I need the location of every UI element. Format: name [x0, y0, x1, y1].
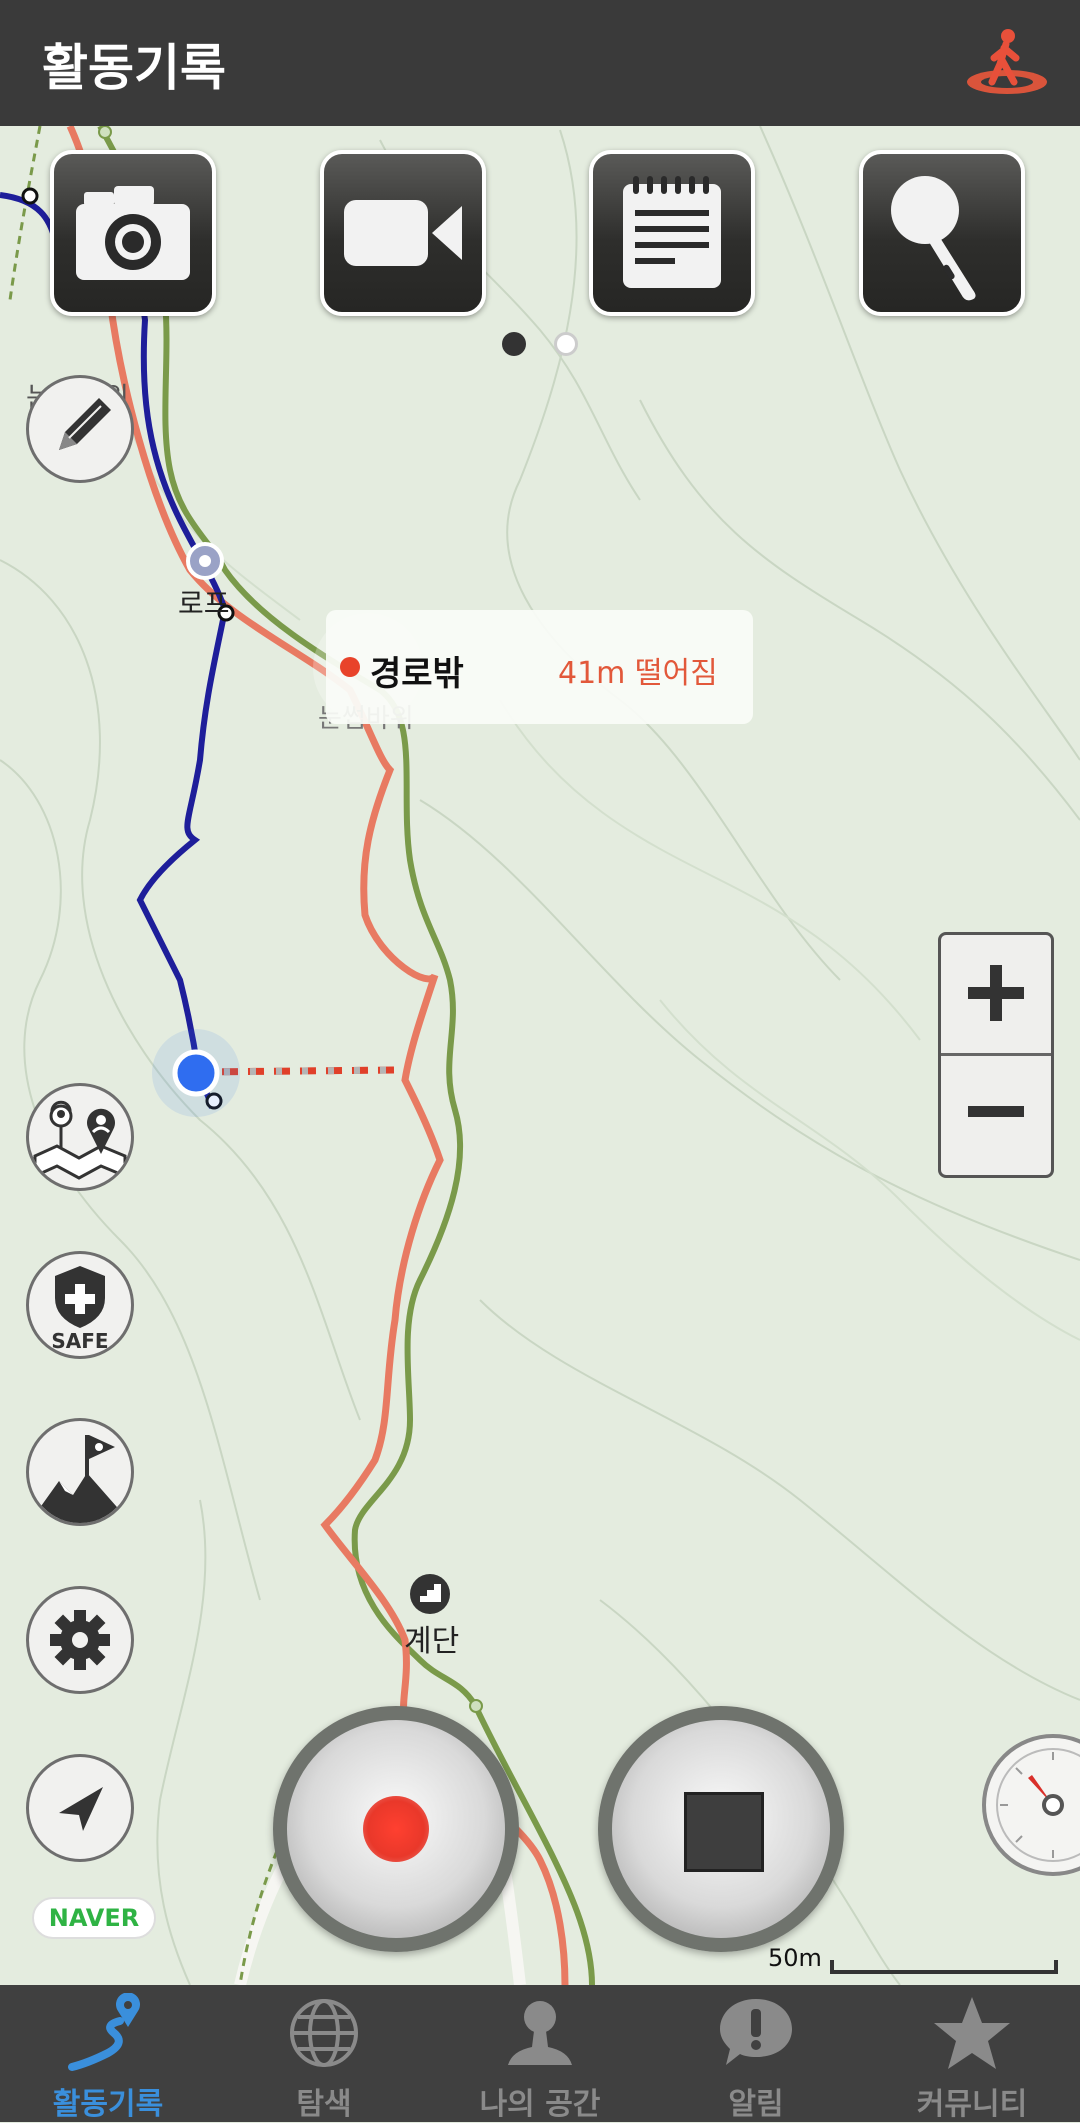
zoom-control	[938, 932, 1054, 1178]
safe-button[interactable]: SAFE	[26, 1251, 134, 1359]
pager-dot-1[interactable]	[502, 332, 526, 356]
navigate-button[interactable]	[26, 1754, 134, 1862]
memo-button[interactable]	[589, 150, 755, 316]
nav-item-my-space[interactable]: 나의 공간	[432, 1985, 648, 2122]
globe-icon	[290, 1999, 358, 2067]
pencil-icon	[59, 398, 111, 450]
nav-item-alerts[interactable]: 알림	[648, 1985, 864, 2122]
safe-label: SAFE	[51, 1329, 108, 1353]
video-button[interactable]	[320, 150, 486, 316]
star-icon	[934, 1997, 1010, 2069]
off-route-status: 경로밖	[370, 654, 464, 694]
compass[interactable]	[982, 1734, 1080, 1876]
nav-item-community[interactable]: 커뮤니티	[864, 1985, 1080, 2122]
nav-label-activity-record: 활동기록	[52, 2087, 164, 2122]
camera-icon	[76, 186, 190, 280]
off-route-dot-icon	[340, 657, 360, 677]
nav-item-activity-record[interactable]: 활동기록	[0, 1985, 216, 2122]
alert-bubble-icon	[720, 1999, 792, 2065]
microphone-icon	[891, 176, 976, 301]
safe-shield-icon: SAFE	[51, 1266, 109, 1353]
stop-button[interactable]	[598, 1706, 844, 1952]
pager-dot-2[interactable]	[554, 332, 578, 356]
summit-flag-icon	[29, 1435, 131, 1523]
zoom-out-button[interactable]	[941, 1056, 1051, 1174]
nav-item-explore[interactable]: 탐색	[216, 1985, 432, 2122]
scale-line	[830, 1960, 1058, 1974]
track-pin-icon	[68, 1993, 140, 2071]
hiker-status-icon[interactable]	[962, 24, 1052, 104]
summit-button[interactable]	[26, 1418, 134, 1526]
off-route-distance: 41m 떨어짐	[558, 656, 718, 691]
map-users-button[interactable]	[26, 1083, 134, 1191]
zoom-in-button[interactable]	[941, 935, 1051, 1056]
stop-icon	[684, 1792, 764, 1872]
poi-label-stairs: 계단	[404, 1624, 460, 1659]
off-route-tooltip: 경로밖 41m 떨어짐	[326, 610, 753, 724]
navigate-arrow-icon	[59, 1787, 103, 1831]
voice-record-button[interactable]	[859, 150, 1025, 316]
scale-label: 50m	[768, 1944, 822, 1972]
compass-icon	[996, 1748, 1080, 1862]
video-icon	[344, 200, 462, 266]
nav-label-my-space: 나의 공간	[479, 2087, 601, 2122]
minus-icon	[968, 1106, 1024, 1117]
memo-icon	[623, 176, 721, 288]
map-canvas	[0, 126, 1080, 1985]
nav-label-community: 커뮤니티	[916, 2087, 1028, 2122]
edit-button[interactable]	[26, 375, 134, 483]
poi-label-rope: 로프	[178, 587, 230, 620]
bottom-nav: 활동기록 탐색 나의 공간 알림 커뮤니티	[0, 1985, 1080, 2122]
record-button[interactable]	[273, 1706, 519, 1952]
page-title: 활동기록	[42, 39, 226, 97]
person-icon	[508, 2001, 572, 2065]
nav-label-explore: 탐색	[296, 2087, 352, 2122]
nav-label-alerts: 알림	[728, 2087, 784, 2122]
plus-icon	[968, 965, 1024, 1021]
gear-icon	[50, 1610, 110, 1670]
record-icon	[363, 1796, 429, 1862]
settings-button[interactable]	[26, 1586, 134, 1694]
map-users-icon	[33, 1100, 127, 1180]
naver-logo: NAVER	[32, 1897, 156, 1939]
app-header: 활동기록	[0, 0, 1080, 126]
map-view[interactable]: 눈썹바위 로프 눈썹바위 계단	[0, 126, 1080, 1985]
camera-button[interactable]	[50, 150, 216, 316]
